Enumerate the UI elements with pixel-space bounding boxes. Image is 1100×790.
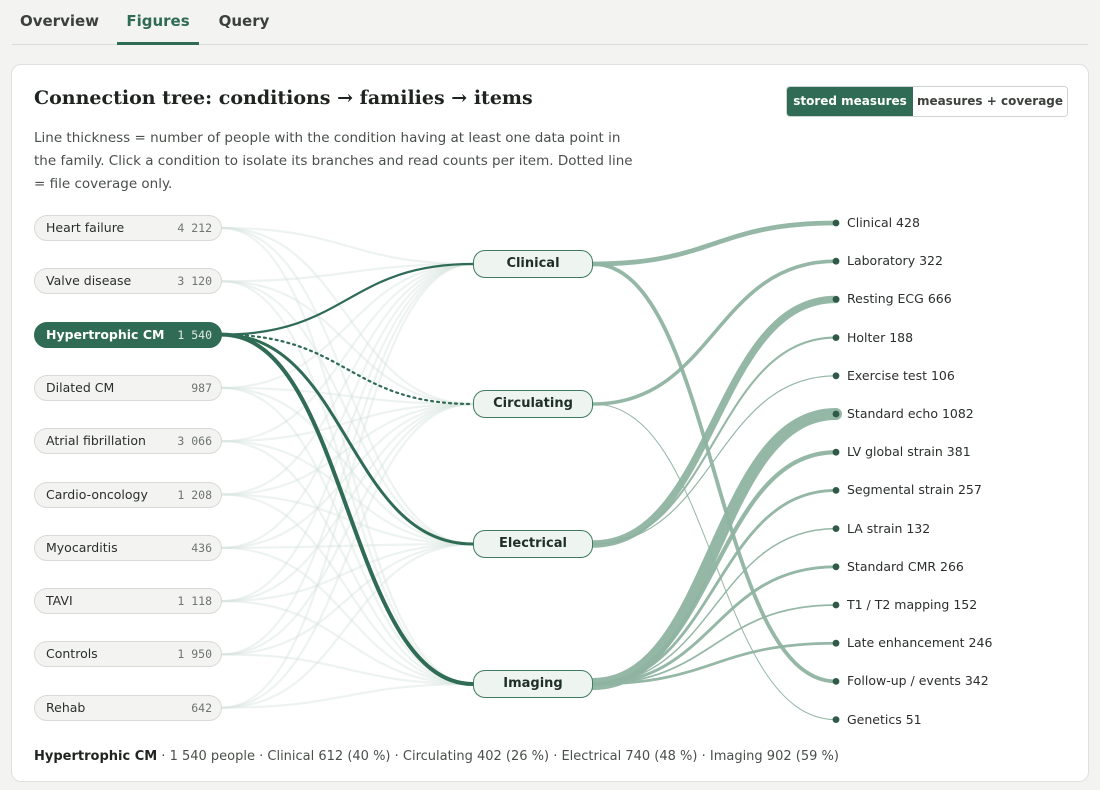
condition-name: Myocarditis (46, 539, 118, 555)
item-label: LA strain 132 (847, 520, 931, 536)
item-label: Segmental strain 257 (847, 482, 982, 498)
tab-query[interactable]: Query (209, 0, 279, 42)
summary-text: · 1 540 people · Clinical 612 (40 %) · C… (157, 749, 839, 764)
family-node[interactable]: Circulating (473, 390, 593, 418)
family-item-link (590, 450, 839, 687)
condition-count: 1 118 (177, 594, 212, 609)
condition-name: Dilated CM (46, 379, 115, 395)
item-dot (832, 601, 840, 609)
condition-name: TAVI (46, 593, 73, 609)
condition-count: 4 212 (177, 221, 212, 235)
item-label: Follow-up / events 342 (847, 673, 989, 689)
item-dot (832, 257, 840, 265)
condition-pill[interactable]: Dilated CM 987 (34, 374, 222, 401)
item-dot (832, 716, 840, 723)
figure-card: Connection tree: conditions → families →… (11, 64, 1089, 782)
condition-count: 642 (191, 700, 212, 715)
item-label: Resting ECG 666 (847, 291, 952, 307)
item-label: Standard CMR 266 (847, 558, 964, 574)
condition-pill[interactable]: Heart failure 4 212 (34, 215, 222, 241)
item-label: Genetics 51 (847, 711, 922, 727)
selection-summary: Hypertrophic CM · 1 540 people · Clinica… (34, 749, 839, 764)
condition-name: Controls (46, 646, 98, 662)
condition-name: Hypertrophic CM (46, 326, 165, 342)
condition-pill[interactable]: Cardio-oncology 1 208 (34, 481, 222, 508)
condition-pill[interactable]: Atrial fibrillation 3 066 (34, 428, 222, 455)
condition-pill[interactable]: Valve disease 3 120 (34, 268, 222, 295)
condition-name: Cardio-oncology (46, 486, 148, 502)
item-dot (832, 448, 840, 456)
condition-name: Valve disease (46, 273, 132, 289)
condition-count: 987 (191, 380, 212, 395)
item-label: Holter 188 (847, 329, 914, 345)
item-label: Late enhancement 246 (847, 635, 993, 651)
item-dot (832, 372, 840, 380)
condition-count: 436 (191, 540, 212, 555)
item-dot (832, 563, 840, 571)
condition-count: 1 208 (177, 487, 212, 502)
tab-figures[interactable]: Figures (117, 0, 199, 45)
family-item-link (590, 220, 839, 267)
item-dot (832, 678, 840, 685)
item-label: Exercise test 106 (847, 367, 955, 383)
family-item-link (591, 336, 838, 546)
item-label: Laboratory 322 (847, 253, 943, 269)
condition-pill[interactable]: Hypertrophic CM 1 540 (34, 321, 222, 348)
condition-count: 1 540 (177, 327, 212, 342)
condition-pill[interactable]: Controls 1 950 (34, 641, 222, 668)
background-link (220, 402, 475, 549)
item-dot (832, 296, 840, 303)
item-label: Clinical 428 (847, 215, 920, 230)
background-link (220, 386, 475, 406)
condition-pill[interactable]: Myocarditis 436 (34, 534, 222, 561)
condition-name: Heart failure (46, 220, 125, 235)
family-node[interactable]: Clinical (473, 250, 593, 278)
item-dot (832, 639, 840, 647)
tab-overview[interactable]: Overview (12, 0, 107, 42)
family-item-link (591, 259, 838, 406)
item-label: Standard echo 1082 (847, 406, 974, 421)
item-dot (832, 334, 840, 341)
condition-count: 3 066 (177, 434, 212, 449)
background-link (220, 262, 475, 656)
item-dot (832, 525, 840, 532)
summary-condition-name: Hypertrophic CM (34, 749, 158, 764)
item-dot (832, 410, 840, 418)
item-dot (832, 219, 840, 227)
background-link (220, 440, 475, 686)
item-label: T1 / T2 mapping 152 (847, 597, 978, 612)
background-link (220, 546, 475, 686)
condition-count: 1 950 (177, 647, 212, 662)
family-node[interactable]: Imaging (473, 670, 593, 698)
item-label: LV global strain 381 (847, 444, 971, 460)
tab-bar: Overview Figures Query (12, 0, 1088, 45)
item-dot (832, 487, 840, 494)
condition-name: Atrial fibrillation (46, 433, 146, 449)
condition-name: Rehab (46, 699, 86, 715)
family-item-link (591, 262, 838, 684)
condition-pill[interactable]: Rehab 642 (34, 694, 222, 721)
family-node[interactable]: Electrical (473, 530, 593, 558)
condition-pill[interactable]: TAVI 1 118 (34, 588, 222, 615)
condition-count: 3 120 (177, 274, 212, 289)
family-item-link (591, 488, 838, 686)
